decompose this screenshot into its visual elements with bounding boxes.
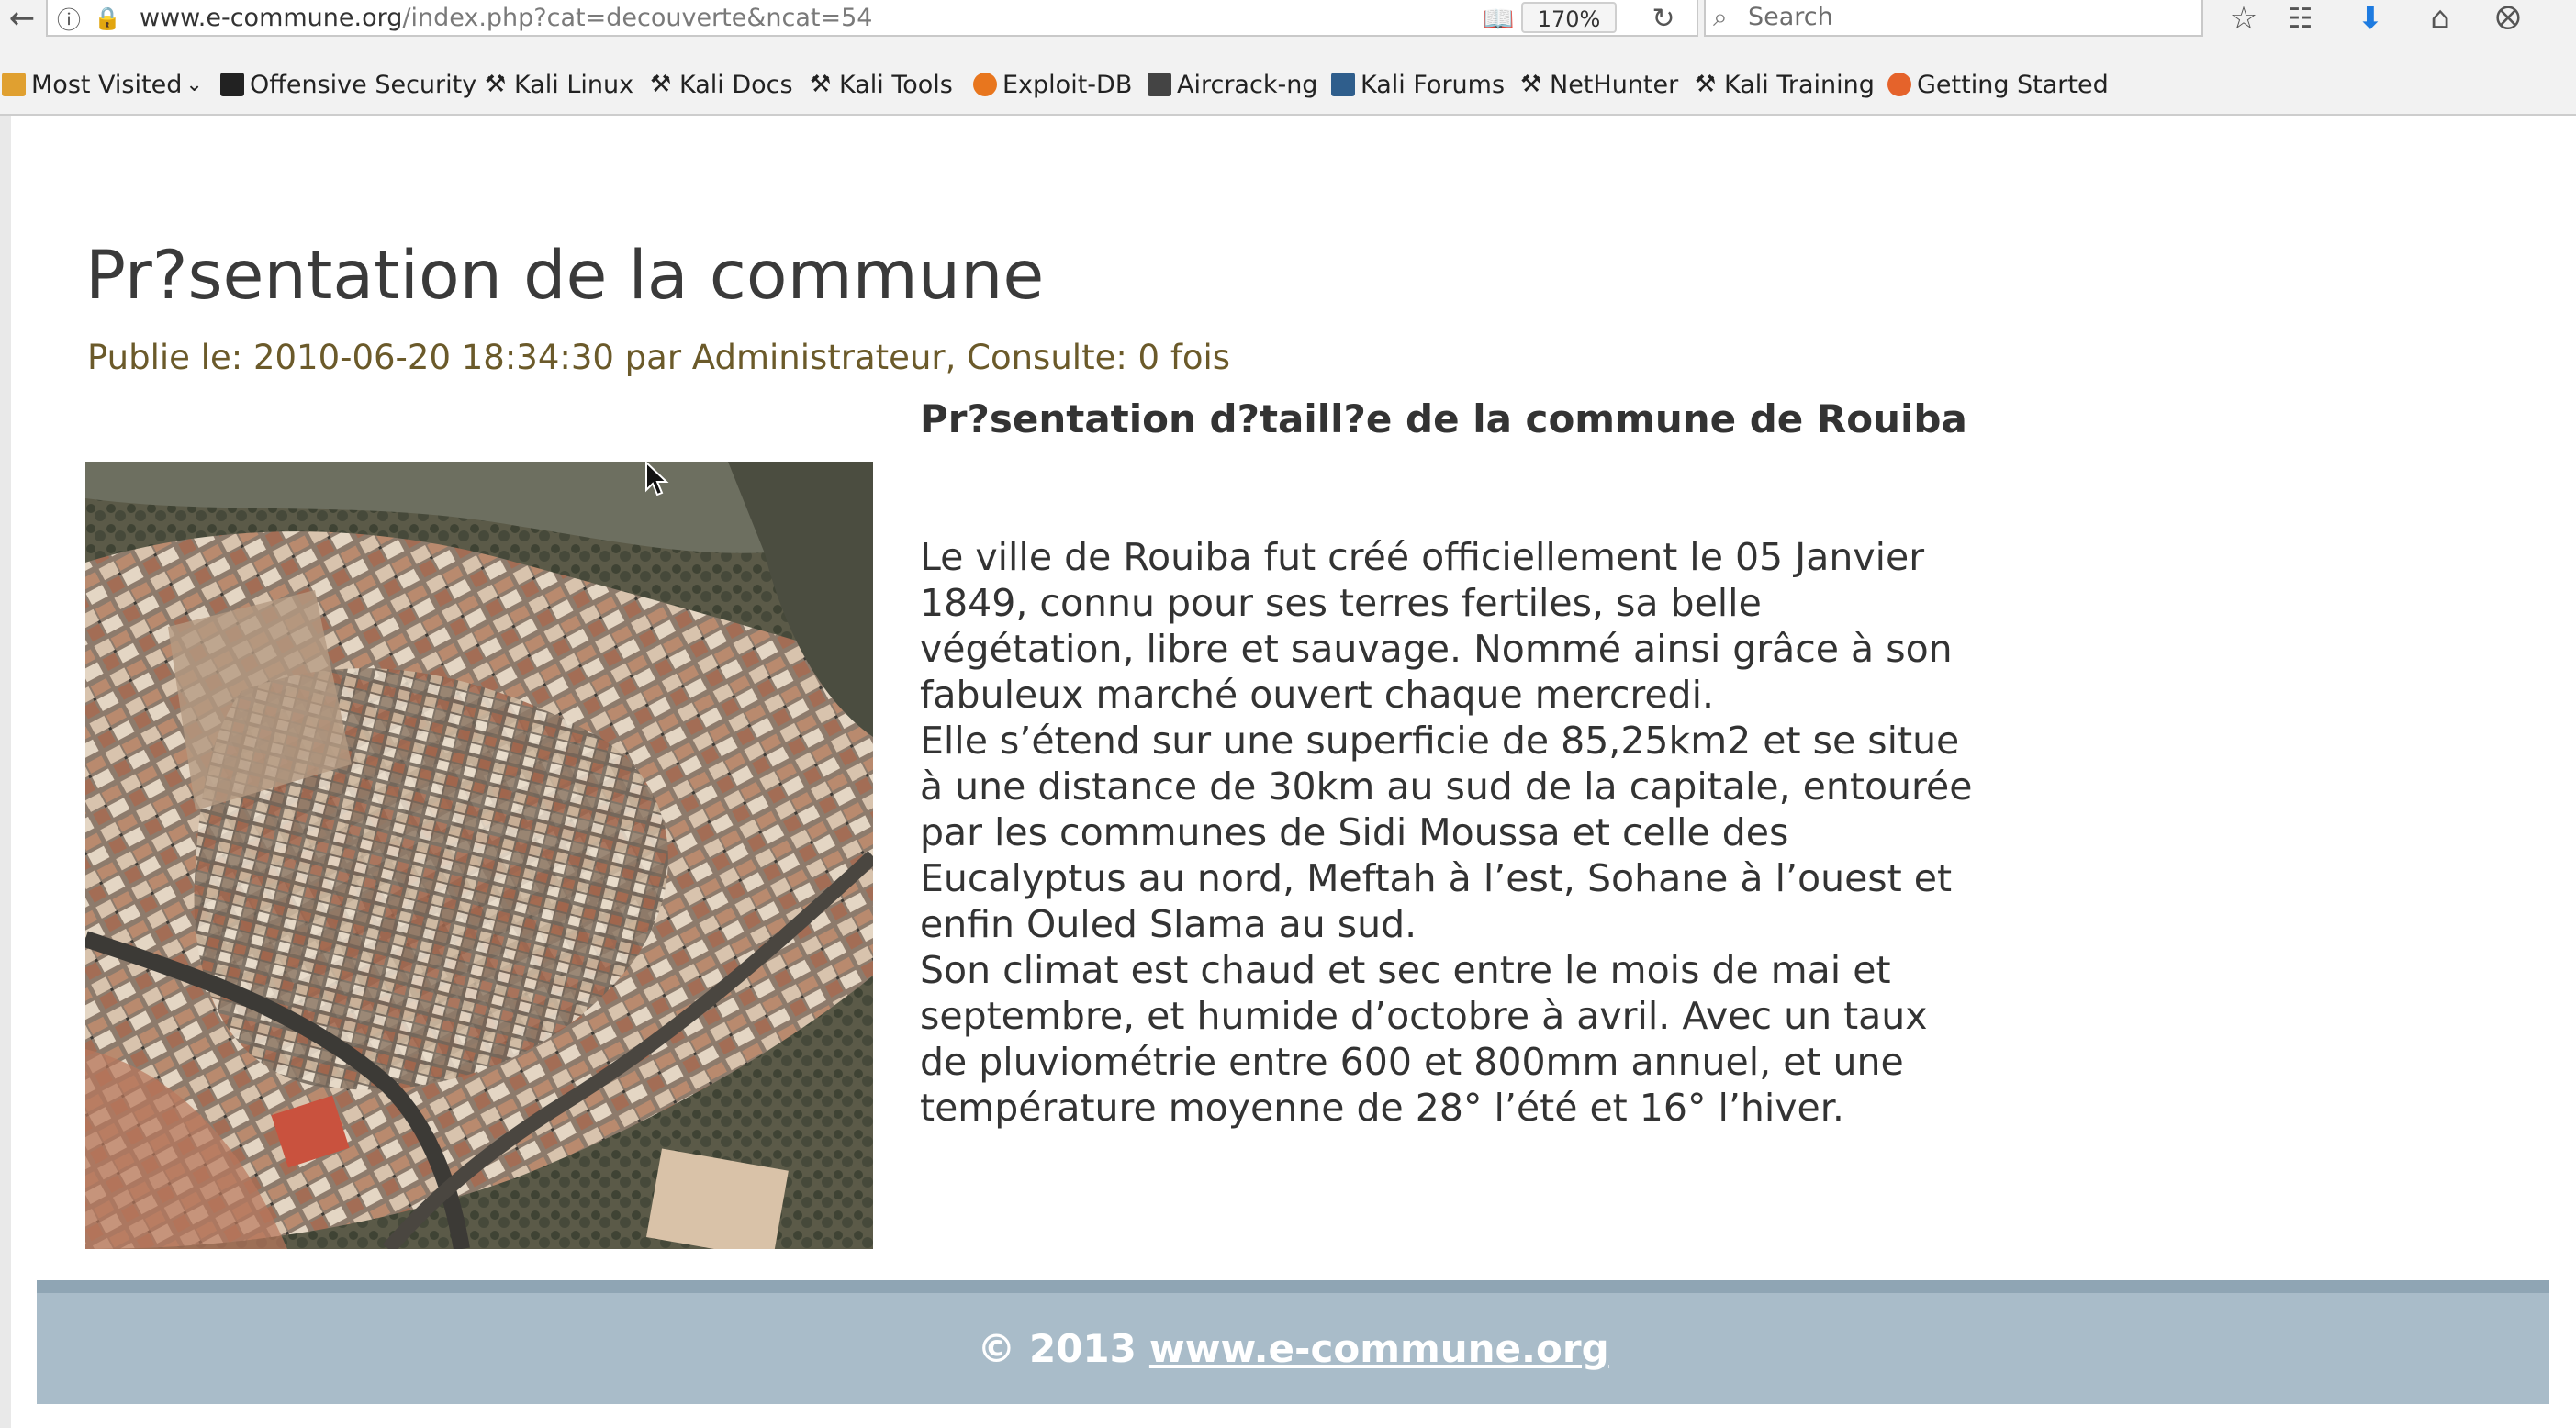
kali-dragon-icon: ⚒ (810, 71, 832, 98)
bookmark-label: Getting Started (1917, 70, 2109, 99)
browser-toolbar: ← ⓘ 🔒 www.e-commune.org/index.php?cat=de… (0, 0, 2576, 41)
bookmark-label: Offensive Security (250, 70, 477, 99)
exploitdb-icon (973, 73, 997, 96)
url-bar[interactable]: ⓘ 🔒 www.e-commune.org/index.php?cat=deco… (46, 0, 1698, 37)
bookmark-getting-started[interactable]: Getting Started (1887, 40, 2109, 128)
firefox-icon (1887, 73, 1911, 96)
footer-site-link[interactable]: www.e-commune.org (1149, 1326, 1609, 1371)
mouse-cursor-icon (645, 461, 669, 496)
search-box[interactable]: ⌕ Search (1704, 0, 2203, 37)
bookmark-label: Kali Training (1724, 70, 1875, 99)
bookmark-nethunter[interactable]: ⚒ NetHunter (1520, 40, 1678, 128)
bookmark-kali-training[interactable]: ⚒ Kali Training (1695, 40, 1875, 128)
aerial-photo-illustration (85, 462, 873, 1249)
search-icon: ⌕ (1713, 2, 1728, 32)
bookmark-label: Kali Tools (839, 70, 953, 99)
downloads-icon[interactable]: ⬇ (2350, 0, 2391, 37)
bookmark-kali-tools[interactable]: ⚒ Kali Tools (810, 40, 953, 128)
bookmark-star-icon[interactable]: ☆ (2223, 0, 2264, 37)
url-domain: www.e-commune.org (140, 4, 403, 32)
reader-view-icon[interactable]: 📖 (1480, 0, 1517, 37)
offsec-icon (220, 73, 244, 96)
bookmark-label: Aircrack-ng (1177, 70, 1318, 99)
kali-dragon-icon: ⚒ (1695, 71, 1717, 98)
library-icon[interactable]: ☷ (2280, 0, 2321, 37)
article-paragraph: Le ville de Rouiba fut créé officielleme… (920, 535, 1953, 717)
article-subtitle: Pr?sentation d?taill?e de la commune de … (920, 396, 1967, 441)
article-paragraph: Son climat est chaud et sec entre le moi… (920, 948, 1928, 1130)
bookmark-label: Kali Forums (1361, 70, 1506, 99)
insecure-lock-icon[interactable]: 🔒 (94, 0, 121, 37)
page-left-edge (0, 116, 11, 1428)
article-body: Le ville de Rouiba fut créé officielleme… (920, 534, 1976, 1131)
kali-dragon-icon: ⚒ (1520, 71, 1542, 98)
reload-icon[interactable]: ↻ (1645, 0, 1682, 37)
bookmark-kali-docs[interactable]: ⚒ Kali Docs (650, 40, 793, 128)
aerial-town-photo (85, 462, 873, 1249)
kali-forums-icon (1331, 73, 1355, 96)
bookmark-most-visited[interactable]: Most Visited ⌄ (2, 40, 203, 128)
bookmark-label: Kali Linux (514, 70, 634, 99)
article-paragraph: Elle s’étend sur une superficie de 85,25… (920, 719, 1973, 946)
chevron-down-icon: ⌄ (185, 73, 203, 96)
zoom-indicator[interactable]: 170% (1521, 2, 1617, 33)
footer-copyright: © 2013 (977, 1326, 1137, 1371)
article-meta: Publie le: 2010-06-20 18:34:30 par Admin… (87, 338, 1231, 377)
bookmark-exploit-db[interactable]: Exploit-DB (973, 40, 1132, 128)
aircrack-icon (1148, 73, 1171, 96)
bookmark-label: Most Visited (31, 70, 183, 99)
info-icon[interactable]: ⓘ (55, 0, 83, 37)
pocket-icon[interactable]: ⭙ (2488, 0, 2528, 37)
kali-dragon-icon: ⚒ (485, 71, 507, 98)
bookmark-label: Kali Docs (679, 70, 793, 99)
bookmark-kali-forums[interactable]: Kali Forums (1331, 40, 1505, 128)
back-arrow-icon[interactable]: ← (4, 0, 40, 37)
page-title: Pr?sentation de la commune (85, 237, 1045, 315)
kali-dragon-icon: ⚒ (650, 71, 672, 98)
most-visited-icon (2, 73, 26, 96)
bookmark-kali-linux[interactable]: ⚒ Kali Linux (485, 40, 633, 128)
search-placeholder: Search (1748, 3, 1833, 31)
url-text[interactable]: www.e-commune.org/index.php?cat=decouver… (140, 0, 872, 37)
url-path: /index.php?cat=decouverte&ncat=54 (402, 4, 873, 32)
site-footer: © 2013 www.e-commune.org (37, 1280, 2549, 1404)
bookmark-label: Exploit-DB (1002, 70, 1133, 99)
bookmarks-toolbar: Most Visited ⌄ Offensive Security ⚒ Kali L… (0, 40, 2576, 116)
bookmark-offensive-security[interactable]: Offensive Security (220, 40, 476, 128)
bookmark-aircrack-ng[interactable]: Aircrack-ng (1148, 40, 1317, 128)
home-icon[interactable]: ⌂ (2420, 0, 2460, 37)
bookmark-label: NetHunter (1550, 70, 1679, 99)
